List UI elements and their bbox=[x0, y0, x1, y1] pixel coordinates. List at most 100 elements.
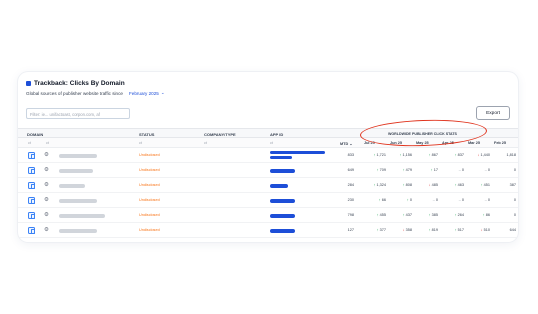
domain-redacted bbox=[59, 199, 97, 203]
month-value: 1,324 bbox=[376, 183, 386, 187]
month-cell: ↓ 510 bbox=[464, 228, 490, 232]
table-row[interactable]: ⚙ Undisclosed 284 ↑ 1,324 ↑ 808 ↓ 485 ↑ 463 ↑ 4… bbox=[18, 178, 518, 193]
app-id-redacted bbox=[270, 169, 295, 173]
status-badge: Undisclosed bbox=[139, 228, 160, 232]
month-cell: 0 bbox=[490, 213, 516, 217]
sub-domain: ct bbox=[28, 141, 31, 145]
gear-icon[interactable]: ⚙ bbox=[44, 152, 49, 159]
month-value: 0 bbox=[513, 198, 516, 202]
month-value: 1,721 bbox=[376, 153, 386, 157]
month-value: 1,818 bbox=[506, 153, 516, 157]
mtd-value: 284 bbox=[347, 183, 354, 187]
month-cell: ↑ 463 bbox=[438, 183, 464, 187]
table-row[interactable]: ⚙ Undisclosed 230 ↑ 66 ↑ 0– 0– 0– 00 bbox=[18, 193, 518, 208]
month-cell: 0 bbox=[490, 198, 516, 202]
month-cell: ↑ 1,721 bbox=[360, 153, 386, 157]
table-subheader: ct ct ct ct ct MTD ⌄ Jul 25 Jun 25 May 2… bbox=[18, 138, 518, 148]
table-header: DOMAIN STATUS COMPANY/TYPE APP ID WORLDW… bbox=[18, 128, 518, 138]
card-header: Trackback: Clicks By Domain bbox=[26, 80, 125, 87]
row-select-icon[interactable] bbox=[28, 152, 35, 159]
month-cell: ↑ 819 bbox=[412, 228, 438, 232]
month-cell: – 0 bbox=[438, 168, 464, 172]
col-mtd[interactable]: MTD ⌄ bbox=[340, 141, 352, 146]
row-select-icon[interactable] bbox=[28, 182, 35, 189]
status-badge: Undisclosed bbox=[139, 153, 160, 157]
table-row[interactable]: ⚙ Undisclosed 798 ↑ 455 ↑ 437 ↑ 385 ↑ 264 ↑ 86 0 bbox=[18, 208, 518, 223]
month-cell: ↑ 517 bbox=[438, 228, 464, 232]
export-button[interactable]: Export bbox=[476, 106, 510, 120]
app-id-redacted bbox=[270, 229, 295, 233]
month-cell: ↑ 264 bbox=[438, 213, 464, 217]
month-cell: ↑ 385 bbox=[412, 213, 438, 217]
month-cell: ↑ 837 bbox=[438, 153, 464, 157]
row-select-icon[interactable] bbox=[28, 197, 35, 204]
status-badge: Undisclosed bbox=[139, 198, 160, 202]
app-id-redacted bbox=[270, 214, 295, 218]
col-stats-group: WORLDWIDE PUBLISHER CLICK STATS bbox=[388, 132, 457, 136]
table-row[interactable]: ⚙ Undisclosed 833 ↑ 1,721 ↑ 1,156 ↑ 867 ↑ 837 ↓… bbox=[18, 148, 518, 163]
month-cell: ↓ 1,440 bbox=[464, 153, 490, 157]
domain-redacted bbox=[59, 154, 97, 158]
period-selector[interactable]: February 2025 ⌄ bbox=[129, 90, 165, 96]
sub-company: ct bbox=[204, 141, 207, 145]
mtd-value: 230 bbox=[347, 198, 354, 202]
month-cell: 0 bbox=[490, 168, 516, 172]
col-status[interactable]: STATUS bbox=[139, 132, 154, 137]
gear-icon[interactable]: ⚙ bbox=[44, 182, 49, 189]
month-value: 644 bbox=[509, 228, 516, 232]
period-value: February 2025 bbox=[128, 90, 159, 96]
month-value: 0 bbox=[513, 213, 516, 217]
month-cell: 644 bbox=[490, 228, 516, 232]
chevron-down-icon: ⌄ bbox=[160, 90, 165, 95]
mtd-value: 833 bbox=[347, 153, 354, 157]
col-month-2[interactable]: May 25 bbox=[416, 141, 429, 145]
app-id-redacted bbox=[270, 150, 325, 154]
month-cell: ↑ 86 bbox=[464, 213, 490, 217]
month-cell: ↑ 867 bbox=[412, 153, 438, 157]
mtd-label: MTD bbox=[340, 142, 349, 146]
col-company[interactable]: COMPANY/TYPE bbox=[204, 132, 236, 137]
col-app-id[interactable]: APP ID bbox=[270, 132, 283, 137]
month-cell: ↑ 709 bbox=[360, 168, 386, 172]
app-id-redacted bbox=[270, 184, 288, 188]
col-month-1[interactable]: Jun 25 bbox=[390, 141, 402, 145]
month-cell: 1,818 bbox=[490, 153, 516, 157]
month-cell: ↓ 358 bbox=[386, 228, 412, 232]
month-cell: ↑ 377 bbox=[360, 228, 386, 232]
card-subtitle: Global sources of publisher website traf… bbox=[26, 90, 123, 96]
subtitle-row: Global sources of publisher website traf… bbox=[26, 90, 165, 96]
gear-icon[interactable]: ⚙ bbox=[44, 167, 49, 174]
app-id-redacted bbox=[270, 155, 292, 159]
month-cell: ↑ 479 bbox=[386, 168, 412, 172]
row-select-icon[interactable] bbox=[28, 227, 35, 234]
col-month-4[interactable]: Mar 25 bbox=[468, 141, 480, 145]
month-cell: – 0 bbox=[438, 198, 464, 202]
month-cell: ↑ 0 bbox=[386, 198, 412, 202]
gear-icon[interactable]: ⚙ bbox=[44, 197, 49, 204]
table-row[interactable]: ⚙ Undisclosed 127 ↑ 377 ↓ 358 ↑ 819 ↑ 517 ↓ 510… bbox=[18, 223, 518, 238]
col-month-0[interactable]: Jul 25 bbox=[364, 141, 375, 145]
month-cell: – 0 bbox=[412, 198, 438, 202]
row-select-icon[interactable] bbox=[28, 167, 35, 174]
status-badge: Undisclosed bbox=[139, 168, 160, 172]
table-row[interactable]: ⚙ Undisclosed 649 ↑ 709 ↑ 479 ↑ 17– 0– 00 bbox=[18, 163, 518, 178]
col-month-5[interactable]: Feb 25 bbox=[494, 141, 506, 145]
status-badge: Undisclosed bbox=[139, 213, 160, 217]
gear-icon[interactable]: ⚙ bbox=[44, 227, 49, 234]
col-month-3[interactable]: Apr 25 bbox=[442, 141, 454, 145]
month-cell: ↑ 451 bbox=[464, 183, 490, 187]
domain-table: DOMAIN STATUS COMPANY/TYPE APP ID WORLDW… bbox=[18, 128, 518, 238]
month-value: 0 bbox=[513, 168, 516, 172]
col-domain[interactable]: DOMAIN bbox=[27, 132, 43, 137]
status-badge: Undisclosed bbox=[139, 183, 160, 187]
app-id-redacted bbox=[270, 199, 295, 203]
domain-redacted bbox=[59, 169, 93, 173]
filter-input[interactable]: Filter: ie... unifactoast, corpon.com, a… bbox=[26, 108, 130, 119]
domain-redacted bbox=[59, 214, 105, 218]
row-select-icon[interactable] bbox=[28, 212, 35, 219]
gear-icon[interactable]: ⚙ bbox=[44, 212, 49, 219]
month-cell: 387 bbox=[490, 183, 516, 187]
sub-status: ct bbox=[139, 141, 142, 145]
sub-app: ct bbox=[270, 141, 273, 145]
month-cell: ↑ 17 bbox=[412, 168, 438, 172]
